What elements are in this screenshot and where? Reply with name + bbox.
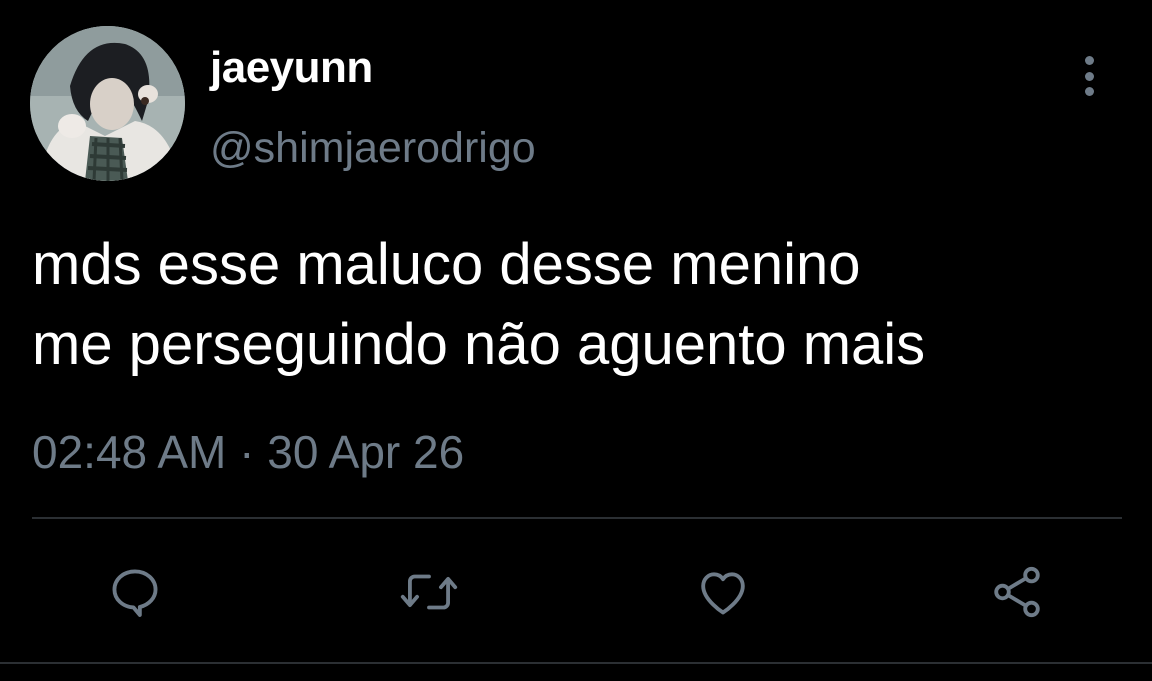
reply-button[interactable] — [103, 560, 167, 624]
retweet-button[interactable] — [397, 560, 461, 624]
retweet-icon — [400, 574, 458, 610]
more-options-button[interactable] — [1068, 52, 1110, 100]
display-name[interactable]: jaeyunn — [210, 42, 373, 94]
tweet-date: 30 Apr 26 — [267, 426, 465, 478]
divider — [32, 517, 1122, 519]
bottom-divider — [0, 662, 1152, 664]
tweet-text: mds esse maluco desse menino me persegui… — [32, 225, 1132, 385]
more-dot-icon — [1084, 71, 1094, 81]
reply-icon — [112, 569, 158, 617]
like-button[interactable] — [691, 560, 755, 624]
tweet-time: 02:48 AM — [32, 426, 227, 478]
avatar[interactable] — [30, 26, 185, 181]
share-button[interactable] — [985, 560, 1049, 624]
timestamp-separator: · — [239, 426, 255, 478]
user-handle[interactable]: @shimjaerodrigo — [210, 122, 536, 174]
more-dot-icon — [1084, 87, 1094, 96]
tweet-timestamp[interactable]: 02:48 AM · 30 Apr 26 — [32, 424, 464, 480]
heart-icon — [701, 572, 745, 615]
profile-photo-icon — [30, 26, 185, 181]
tweet-text-line: mds esse maluco desse menino — [32, 232, 861, 297]
more-dot-icon — [1084, 56, 1094, 65]
share-icon — [994, 566, 1040, 618]
tweet-card: jaeyunn @shimjaerodrigo mds esse maluco … — [0, 0, 1152, 681]
tweet-text-line: me perseguindo não aguento mais — [32, 312, 926, 377]
